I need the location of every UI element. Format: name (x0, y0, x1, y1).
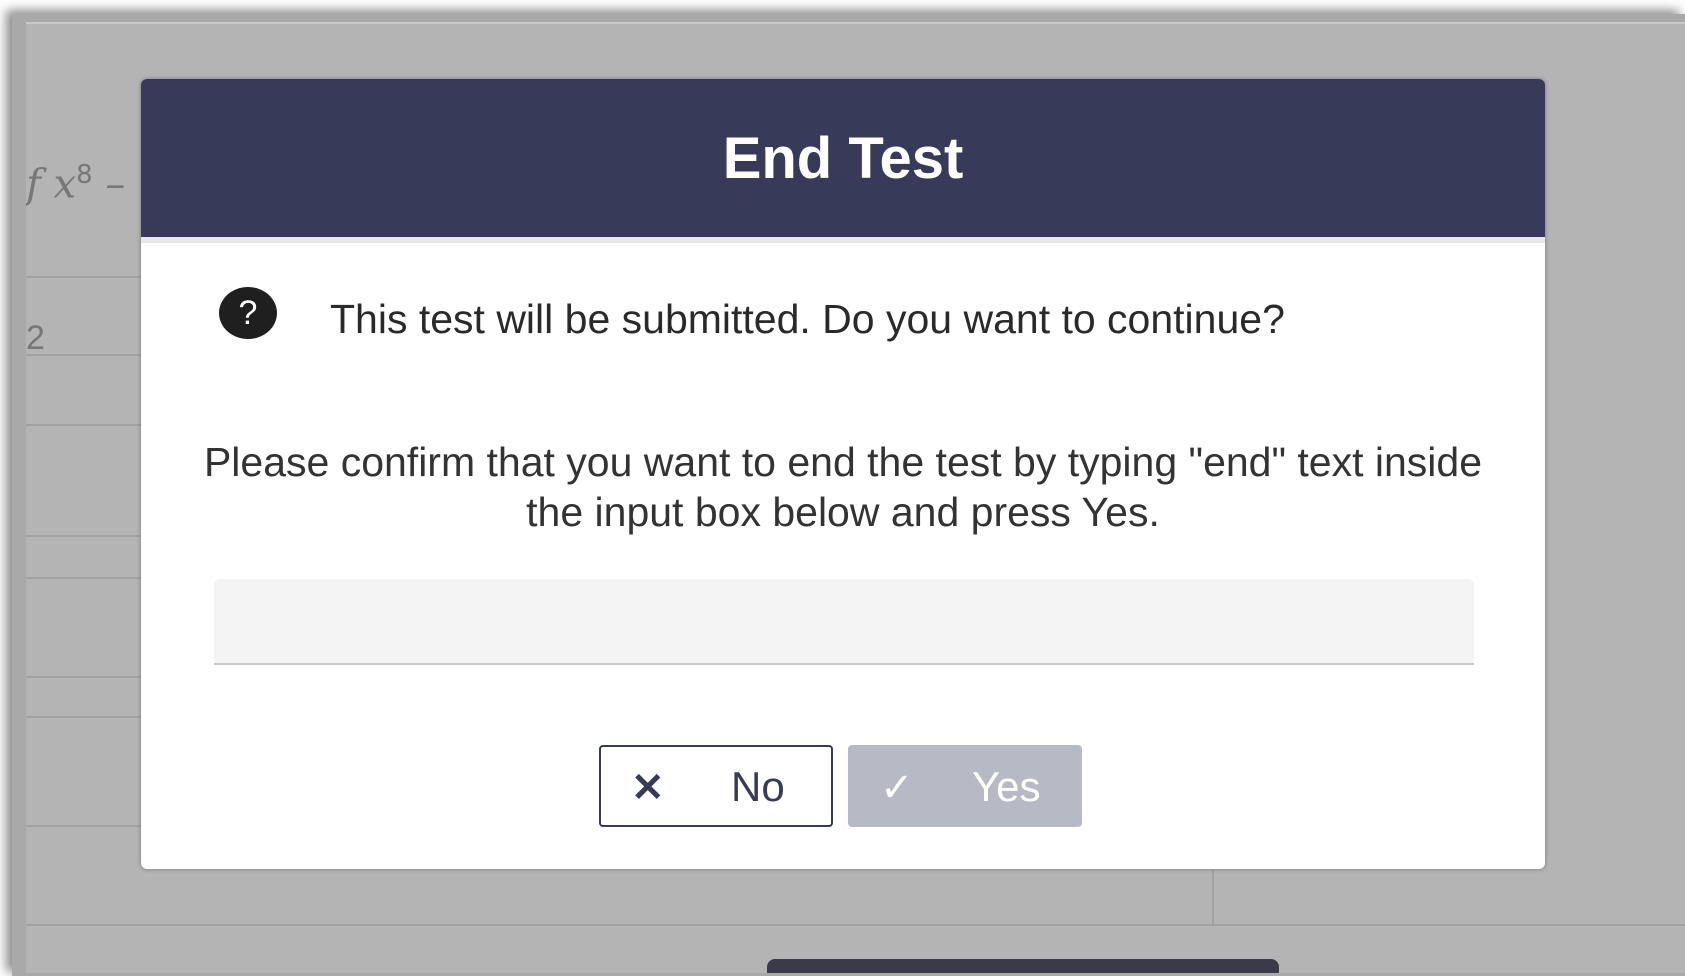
overlay-top-edge (26, 22, 1685, 24)
background-divider (26, 716, 142, 718)
background-row-fragment: 2 (26, 319, 45, 357)
close-icon: ✕ (631, 766, 665, 810)
background-divider (26, 676, 142, 678)
background-divider (26, 535, 142, 537)
background-math-base: f x (26, 161, 77, 208)
background-divider (26, 424, 142, 426)
background-divider (26, 577, 142, 579)
dialog-title: End Test (722, 125, 964, 191)
background-scrollbar (767, 959, 1279, 973)
background-column-line (1212, 870, 1214, 926)
background-divider (26, 924, 1685, 926)
yes-button-label: Yes (972, 763, 1041, 810)
yes-button[interactable]: ✓ Yes (848, 745, 1082, 827)
dialog-header: End Test (141, 79, 1545, 237)
background-math-exponent: 8 (76, 160, 93, 190)
confirmation-question: This test will be submitted. Do you want… (330, 296, 1285, 342)
check-icon: ✓ (880, 766, 914, 810)
background-divider (26, 276, 142, 278)
background-divider (26, 354, 142, 356)
confirm-end-input[interactable] (214, 579, 1474, 665)
screen: f x8 – 2 End Test ? This test will be su… (0, 0, 1685, 976)
background-math-operator: – (92, 161, 126, 208)
background-divider (26, 825, 142, 827)
no-button-label: No (731, 763, 785, 810)
no-button[interactable]: ✕ No (599, 745, 833, 827)
question-icon-glyph: ? (238, 293, 258, 332)
header-divider (141, 237, 1545, 243)
background-math-expression: f x8 – (26, 160, 125, 207)
confirmation-instruction: Please confirm that you want to end the … (203, 439, 1483, 535)
end-test-dialog: End Test ? This test will be submitted. … (141, 79, 1545, 869)
question-circle-icon: ? (219, 287, 277, 339)
